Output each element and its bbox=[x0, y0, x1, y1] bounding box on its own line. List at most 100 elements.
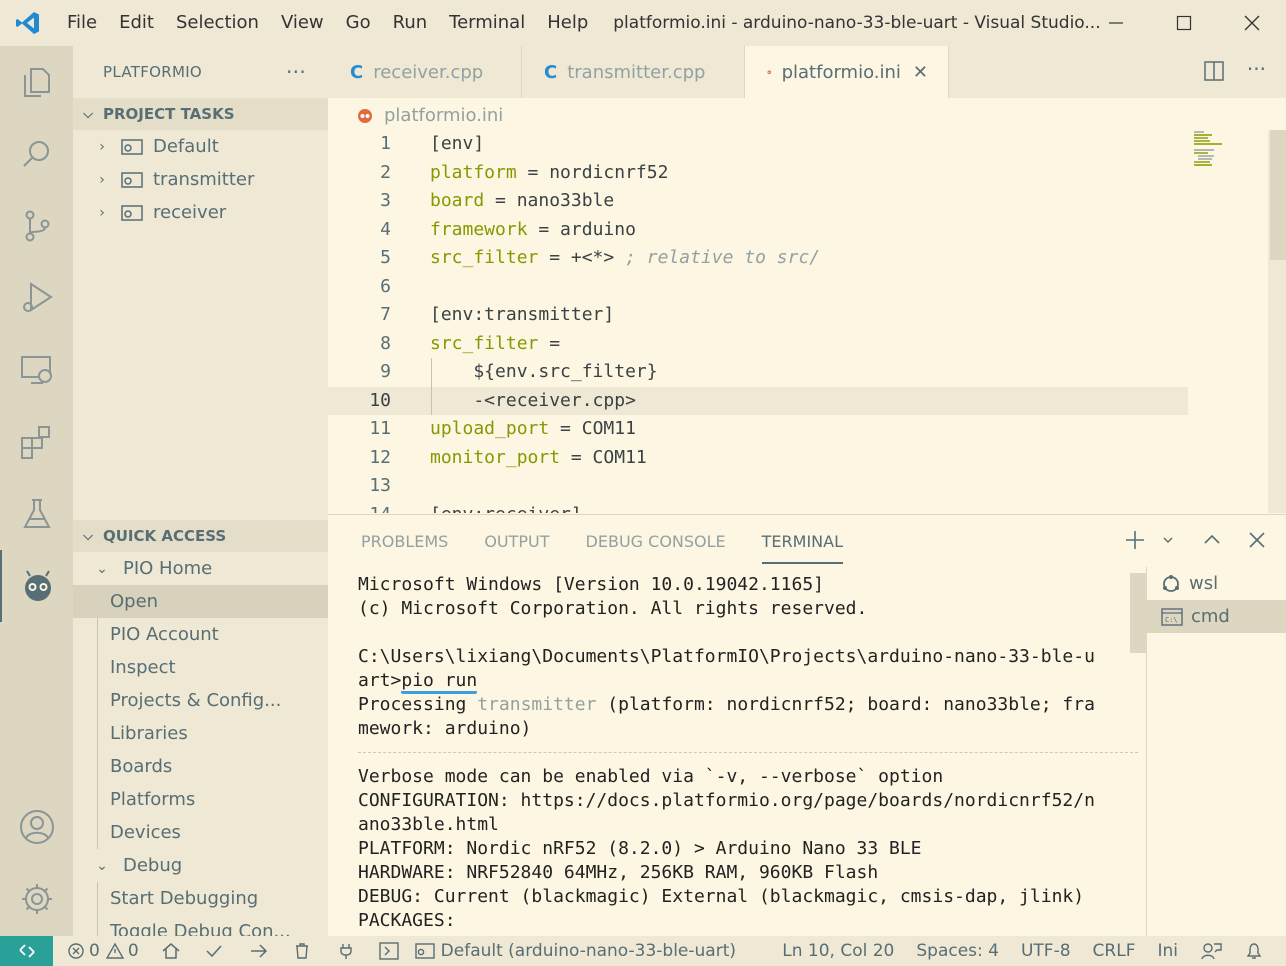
quick-access-platforms[interactable]: Platforms bbox=[73, 783, 328, 816]
tab-problems[interactable]: PROBLEMS bbox=[361, 515, 448, 569]
minimap[interactable] bbox=[1194, 130, 1224, 170]
run-debug-icon[interactable] bbox=[0, 262, 73, 334]
problems-indicator[interactable]: 0 0 bbox=[67, 941, 139, 961]
line-endings[interactable]: CRLF bbox=[1093, 941, 1136, 961]
quick-access-projects-config[interactable]: Projects & Config... bbox=[73, 684, 328, 717]
tab-platformio-ini[interactable]: platformio.ini ✕ bbox=[745, 46, 949, 98]
line-number: 4 bbox=[380, 218, 391, 240]
quick-access-toggle-debug-console[interactable]: Toggle Debug Con... bbox=[73, 915, 328, 936]
settings-gear-icon[interactable] bbox=[0, 863, 73, 935]
explorer-icon[interactable] bbox=[0, 46, 73, 118]
indentation[interactable]: Spaces: 4 bbox=[916, 941, 999, 961]
new-terminal-icon[interactable] bbox=[378, 942, 399, 960]
quick-access-boards[interactable]: Boards bbox=[73, 750, 328, 783]
command-text: pio run bbox=[401, 670, 478, 694]
more-actions-icon[interactable]: ··· bbox=[1247, 59, 1266, 82]
terminal-item-wsl[interactable]: wsl bbox=[1147, 567, 1286, 600]
close-panel-icon[interactable] bbox=[1248, 531, 1266, 549]
quick-access-pio-account[interactable]: PIO Account bbox=[73, 618, 328, 651]
language-mode[interactable]: Ini bbox=[1157, 941, 1178, 961]
maximize-panel-icon[interactable] bbox=[1202, 530, 1222, 550]
code-editor[interactable]: 1 [env] 2 platform = nordicnrf52 3 board = … bbox=[328, 130, 1286, 513]
quick-access-open[interactable]: Open bbox=[73, 585, 328, 618]
debug-group[interactable]: ⌄ Debug bbox=[73, 849, 328, 882]
cursor-position[interactable]: Ln 10, Col 20 bbox=[782, 941, 894, 961]
project-tasks-header[interactable]: ⌵ PROJECT TASKS bbox=[73, 98, 328, 130]
pio-home-icon[interactable] bbox=[161, 942, 181, 960]
line-number: 14 bbox=[328, 501, 391, 514]
menu-terminal[interactable]: Terminal bbox=[438, 0, 536, 46]
line-code: [env] bbox=[430, 130, 484, 159]
remote-indicator-icon[interactable] bbox=[0, 936, 53, 966]
section-title: QUICK ACCESS bbox=[103, 527, 227, 545]
menu-edit[interactable]: Edit bbox=[108, 0, 165, 46]
breadcrumb[interactable]: platformio.ini bbox=[356, 100, 503, 130]
task-item-default[interactable]: › Default bbox=[73, 130, 328, 163]
menu-view[interactable]: View bbox=[270, 0, 335, 46]
scrollbar-thumb[interactable] bbox=[1270, 130, 1286, 260]
editor-scrollbar[interactable] bbox=[1268, 130, 1286, 513]
quick-access-header[interactable]: ⌵ QUICK ACCESS bbox=[73, 520, 328, 552]
tab-terminal[interactable]: TERMINAL bbox=[761, 520, 844, 564]
new-terminal-plus-icon[interactable] bbox=[1124, 529, 1146, 551]
project-environment-switcher[interactable]: Default (arduino-nano-33-ble-uart) bbox=[414, 941, 736, 961]
quick-access-libraries[interactable]: Libraries bbox=[73, 717, 328, 750]
menu-selection[interactable]: Selection bbox=[165, 0, 270, 46]
remote-explorer-icon[interactable] bbox=[0, 334, 73, 406]
code-text: [env:transmitter] bbox=[430, 304, 615, 325]
terminal-line: Verbose mode can be enabled via `-v, --v… bbox=[358, 766, 944, 787]
tab-transmitter-cpp[interactable]: C transmitter.cpp bbox=[522, 46, 745, 98]
menu-help[interactable]: Help bbox=[536, 0, 599, 46]
terminal-output[interactable]: Microsoft Windows [Version 10.0.19042.11… bbox=[358, 573, 1138, 937]
task-item-transmitter[interactable]: › transmitter bbox=[73, 163, 328, 196]
tab-label: receiver.cpp bbox=[373, 61, 484, 83]
chevron-right-icon: › bbox=[99, 171, 105, 188]
serial-monitor-plug-icon[interactable] bbox=[337, 942, 355, 960]
item-label: Platforms bbox=[110, 789, 196, 810]
maximize-button[interactable] bbox=[1150, 0, 1218, 46]
notifications-bell-icon[interactable] bbox=[1244, 941, 1264, 961]
task-label: Default bbox=[153, 136, 219, 157]
chevron-down-icon[interactable] bbox=[1162, 534, 1174, 546]
menu-go[interactable]: Go bbox=[335, 0, 382, 46]
testing-icon[interactable] bbox=[0, 478, 73, 550]
task-item-receiver[interactable]: › receiver bbox=[73, 196, 328, 229]
minimize-button[interactable] bbox=[1082, 0, 1150, 46]
feedback-icon[interactable] bbox=[1200, 941, 1222, 961]
pio-home-group[interactable]: ⌄ PIO Home bbox=[73, 552, 328, 585]
extensions-icon[interactable] bbox=[0, 406, 73, 478]
tab-receiver-cpp[interactable]: C receiver.cpp bbox=[328, 46, 522, 98]
line-number: 3 bbox=[380, 190, 391, 211]
accounts-icon[interactable] bbox=[0, 791, 73, 863]
quick-access-start-debugging[interactable]: Start Debugging bbox=[73, 882, 328, 915]
menu-run[interactable]: Run bbox=[382, 0, 439, 46]
terminal-scrollbar[interactable] bbox=[1130, 573, 1146, 653]
platformio-icon[interactable] bbox=[0, 550, 73, 622]
terminal-line: ano33ble.html bbox=[358, 814, 499, 835]
close-tab-icon[interactable]: ✕ bbox=[913, 62, 928, 83]
svg-text:C:\: C:\ bbox=[1165, 616, 1178, 624]
close-window-button[interactable] bbox=[1218, 0, 1286, 46]
tab-output[interactable]: OUTPUT bbox=[484, 515, 549, 569]
chevron-down-icon: ⌄ bbox=[96, 857, 108, 874]
build-check-icon[interactable] bbox=[205, 942, 223, 960]
encoding[interactable]: UTF-8 bbox=[1021, 941, 1071, 961]
line-number: 13 bbox=[369, 475, 391, 496]
more-actions-icon[interactable]: ··· bbox=[286, 60, 306, 84]
separator bbox=[358, 741, 1138, 753]
line-number: 7 bbox=[380, 304, 391, 325]
terminal-item-cmd[interactable]: C:\ cmd bbox=[1147, 600, 1286, 633]
tab-debug-console[interactable]: DEBUG CONSOLE bbox=[586, 515, 726, 569]
code-comment: ; relative to src/ bbox=[625, 247, 821, 268]
menu-file[interactable]: File bbox=[56, 0, 108, 46]
upload-arrow-icon[interactable] bbox=[249, 942, 269, 960]
terminal-line: PACKAGES: bbox=[358, 910, 456, 931]
split-editor-icon[interactable] bbox=[1203, 60, 1225, 82]
clean-trash-icon[interactable] bbox=[293, 942, 311, 960]
search-icon[interactable] bbox=[0, 118, 73, 190]
quick-access-devices[interactable]: Devices bbox=[73, 816, 328, 849]
environment-label: Default (arduino-nano-33-ble-uart) bbox=[440, 941, 736, 961]
quick-access-inspect[interactable]: Inspect bbox=[73, 651, 328, 684]
cmd-icon: C:\ bbox=[1161, 607, 1183, 626]
source-control-icon[interactable] bbox=[0, 190, 73, 262]
